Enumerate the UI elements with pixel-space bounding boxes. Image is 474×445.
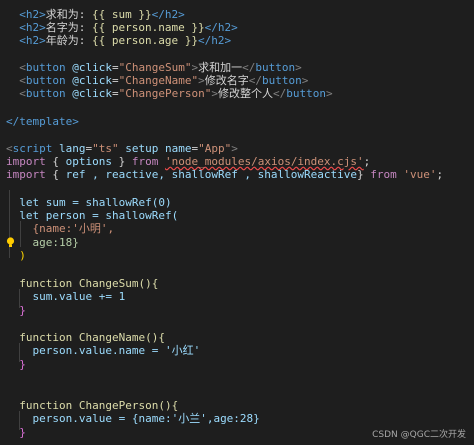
sum-declaration: let sum = shallowRef(0) <box>19 196 172 209</box>
function-close-brace: } <box>19 426 26 439</box>
code-line[interactable]: <script lang="ts" setup name="App"> <box>6 142 238 155</box>
template-close-tag: </template> <box>6 115 79 128</box>
button-label: 求和加一 <box>198 61 243 74</box>
h2-open-tag: <h2> <box>19 8 46 21</box>
code-line[interactable]: <button @click="ChangeName">修改名字</button… <box>6 74 308 87</box>
function-body: person.value.name = '小红' <box>32 344 201 357</box>
function-head: function ChangePerson(){ <box>19 399 179 412</box>
person-declaration: let person = shallowRef( <box>19 209 179 222</box>
code-line[interactable]: let sum = shallowRef(0) <box>6 196 172 209</box>
code-line[interactable]: sum.value += 1 <box>6 290 126 303</box>
code-line[interactable]: } <box>6 358 26 371</box>
code-line[interactable]: {name:'小明', <box>6 222 115 235</box>
code-line[interactable]: import { ref , reactive, shallowRef , sh… <box>6 168 443 181</box>
code-line[interactable]: </template> <box>6 115 79 128</box>
button-handler: ChangeName <box>125 74 192 87</box>
h2-label: 年龄为: <box>45 34 92 47</box>
button-handler: ChangePerson <box>125 87 205 100</box>
watermark: CSDN @QGC二次开发 <box>372 430 466 440</box>
code-line[interactable]: person.value = {name:'小兰',age:28} <box>6 412 260 425</box>
person-end-paren: ) <box>19 249 26 262</box>
code-line[interactable]: person.value.name = '小红' <box>6 344 201 357</box>
function-close-brace: } <box>19 304 26 317</box>
h2-label: 求和为: <box>45 8 92 21</box>
function-close-brace: } <box>19 358 26 371</box>
h2-close-tag: </h2> <box>151 8 185 21</box>
mustache-expr: {{ person.name }} <box>92 21 205 34</box>
button-label: 修改名字 <box>204 74 249 87</box>
button-handler: ChangeSum <box>125 61 185 74</box>
h2-open-tag: <h2> <box>19 34 46 47</box>
function-head: function ChangeName(){ <box>19 331 165 344</box>
import-names: ref , reactive, shallowRef , shallowReac… <box>65 168 358 181</box>
h2-close-tag: </h2> <box>204 21 238 34</box>
code-line[interactable]: function ChangePerson(){ <box>6 399 178 412</box>
code-line[interactable]: ) <box>6 249 26 262</box>
code-editor[interactable]: <h2>求和为: {{ sum }}</h2> <h2>名字为: {{ pers… <box>0 0 474 445</box>
code-line[interactable]: } <box>6 426 26 439</box>
code-line[interactable]: <h2>年龄为: {{ person.age }}</h2> <box>6 34 231 47</box>
h2-close-tag: </h2> <box>197 34 232 47</box>
import-names: options <box>65 155 112 168</box>
person-age-prop: age:18} <box>32 236 79 249</box>
mustache-expr: {{ sum }} <box>92 8 152 21</box>
script-lang: ts <box>98 142 112 155</box>
code-line[interactable]: age:18} <box>6 236 79 249</box>
function-body: sum.value += 1 <box>32 290 126 303</box>
code-line[interactable]: function ChangeSum(){ <box>6 277 158 290</box>
code-line[interactable]: let person = shallowRef( <box>6 209 178 222</box>
function-body: person.value = {name:'小兰',age:28} <box>32 412 260 425</box>
code-line[interactable]: <button @click="ChangeSum">求和加一</button> <box>6 61 301 74</box>
import-source: 'vue' <box>403 168 437 181</box>
code-line[interactable]: <h2>名字为: {{ person.name }}</h2> <box>6 21 238 34</box>
function-head: function ChangeSum(){ <box>19 277 159 290</box>
mustache-expr: {{ person.age }} <box>92 34 198 47</box>
h2-label: 名字为: <box>45 21 92 34</box>
script-name: App <box>204 142 225 155</box>
import-source: 'node_modules/axios/index.cjs' <box>164 155 364 168</box>
code-line[interactable]: <button @click="ChangePerson">修改整个人</but… <box>6 87 332 100</box>
button-label: 修改整个人 <box>217 87 273 100</box>
code-line[interactable]: function ChangeName(){ <box>6 331 165 344</box>
person-name-prop: {name:'小明', <box>32 222 115 235</box>
code-line[interactable]: } <box>6 304 26 317</box>
code-line[interactable]: import { options } from 'node_modules/ax… <box>6 155 370 168</box>
code-line[interactable]: <h2>求和为: {{ sum }}</h2> <box>6 8 185 21</box>
h2-open-tag: <h2> <box>19 21 46 34</box>
